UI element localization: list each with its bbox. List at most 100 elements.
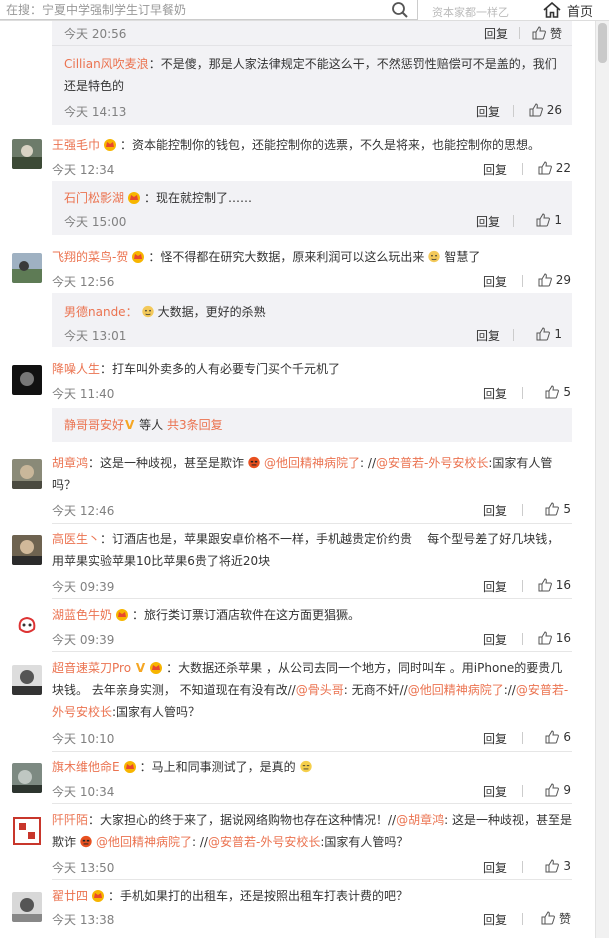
- top-bar: 资本家都一样乙 首页: [0, 0, 609, 21]
- like-button[interactable]: 5: [531, 501, 571, 517]
- thumb-up-icon: [538, 578, 552, 592]
- reply-button[interactable]: 回复: [484, 25, 508, 42]
- comment-body: ：手机如果打的出租车，还是按照出租车打表计费的吧？: [108, 889, 409, 903]
- comment-body-tail: :国家有人管吗？: [320, 835, 409, 849]
- like-button[interactable]: 9: [531, 782, 571, 798]
- thumb-up-icon: [545, 783, 560, 797]
- like-button[interactable]: 16: [531, 630, 571, 646]
- reply-button[interactable]: 回复: [483, 578, 507, 595]
- like-button[interactable]: 赞: [531, 910, 571, 926]
- comment-time: 今天 13:01: [64, 329, 127, 343]
- mention-link[interactable]: @他回精神病院了: [408, 683, 504, 697]
- mention-link[interactable]: @骨头哥: [296, 683, 344, 697]
- reply-button[interactable]: 回复: [483, 502, 507, 519]
- like-button[interactable]: 6: [531, 729, 571, 745]
- user-avatar[interactable]: [12, 459, 42, 489]
- verified-badge-icon: V: [135, 661, 146, 675]
- comment-divider: [52, 803, 572, 804]
- member-crown-icon: [132, 251, 145, 263]
- user-avatar[interactable]: [12, 892, 42, 922]
- user-name[interactable]: 湖蓝色牛奶: [52, 608, 112, 622]
- member-crown-icon: [116, 609, 129, 621]
- user-name[interactable]: 超音速菜刀Pro: [52, 661, 131, 675]
- comment-body: ：大数据还杀苹果 ，从公司去同一个地方，同时叫车 。用iPhone的要贵几: [166, 661, 563, 675]
- mention-link[interactable]: @安普若-: [516, 683, 568, 697]
- more-replies-block[interactable]: 静哥哥安好V 等人 共3条回复: [52, 408, 572, 442]
- member-crown-icon: [92, 890, 105, 902]
- user-name[interactable]: 静哥哥安好: [64, 418, 124, 432]
- like-button[interactable]: 1: [522, 326, 562, 342]
- reply-button[interactable]: 回复: [483, 385, 507, 402]
- like-button[interactable]: 赞: [522, 25, 562, 41]
- mention-link[interactable]: @他回精神病院了: [96, 835, 192, 849]
- reply-button[interactable]: 回复: [483, 783, 507, 800]
- comment-time: 今天 12:34: [52, 163, 115, 177]
- scrollbar-thumb[interactable]: [598, 23, 607, 63]
- like-button[interactable]: 1: [522, 212, 562, 228]
- comment-time: 今天 14:13: [64, 105, 127, 119]
- sub-reply-block: 今天 20:56 回复 赞 Cillian风吹麦浪：不是傻，那是人家法律规定不能…: [52, 21, 572, 125]
- user-name[interactable]: 降噪人生: [52, 362, 100, 376]
- user-name[interactable]: 男德nande: [64, 305, 126, 319]
- comment-time: 今天 12:46: [52, 504, 115, 518]
- search-input[interactable]: [0, 0, 392, 18]
- comment-text-line2: 用苹果实验苹果10比苹果6贵了将近20块: [52, 554, 271, 568]
- reply-button[interactable]: 回复: [476, 103, 500, 120]
- like-button[interactable]: 29: [531, 272, 571, 288]
- search-icon[interactable]: [391, 1, 409, 19]
- like-button[interactable]: 16: [531, 577, 571, 593]
- search-box[interactable]: [0, 0, 418, 20]
- reply-button[interactable]: 回复: [483, 859, 507, 876]
- user-name[interactable]: 高医生丶: [52, 532, 100, 546]
- reply-button[interactable]: 回复: [483, 911, 507, 928]
- user-name[interactable]: Cillian风吹麦浪: [64, 57, 149, 71]
- scrollbar[interactable]: [595, 21, 609, 938]
- mention-link[interactable]: @安普若-外号安校长: [208, 835, 320, 849]
- user-avatar[interactable]: [12, 365, 42, 395]
- mention-link[interactable]: @胡章鸿: [396, 813, 444, 827]
- user-avatar[interactable]: [12, 763, 42, 793]
- reply-button[interactable]: 回复: [483, 631, 507, 648]
- angry-emoji-icon: [248, 456, 260, 469]
- comment-divider: [52, 598, 572, 599]
- like-divider: [522, 785, 523, 797]
- comment-time: 今天 15:00: [64, 215, 127, 229]
- thumb-up-icon: [538, 273, 552, 287]
- user-name[interactable]: 阡阡陌: [52, 813, 88, 827]
- user-avatar[interactable]: [12, 253, 42, 283]
- comment-body: ：大家担心的终于来了，据说网络购物也存在这种情况！//: [88, 813, 397, 827]
- comment-time: 今天 09:39: [52, 580, 115, 594]
- like-button[interactable]: 3: [531, 858, 571, 874]
- mention-link[interactable]: @他回精神病院了: [264, 456, 360, 470]
- user-avatar[interactable]: [12, 611, 42, 641]
- user-name[interactable]: 王强毛巾: [52, 138, 100, 152]
- like-button[interactable]: 26: [522, 102, 562, 118]
- reply-button[interactable]: 回复: [483, 730, 507, 747]
- user-name[interactable]: 旗木维他命E: [52, 760, 120, 774]
- mention-link-continued[interactable]: 外号安校长: [52, 705, 112, 719]
- like-count: 16: [555, 578, 571, 592]
- comment-text: 胡章鸿：这是一种歧视，甚至是欺诈 @他回精神病院了: //@安普若-外号安校长:国…: [52, 452, 575, 474]
- comment-text-line3: 外号安校长:国家有人管吗？: [52, 701, 575, 723]
- like-count: 1: [554, 213, 562, 227]
- top-faint-text: 资本家都一样乙: [432, 6, 509, 19]
- reply-button[interactable]: 回复: [483, 273, 507, 290]
- user-name[interactable]: 飞翔的菜鸟-贺: [52, 250, 128, 264]
- user-avatar[interactable]: [12, 535, 42, 565]
- reply-button[interactable]: 回复: [476, 327, 500, 344]
- reply-button[interactable]: 回复: [476, 213, 500, 230]
- user-name[interactable]: 石门松影湖: [64, 191, 124, 205]
- user-name[interactable]: 胡章鸿: [52, 456, 88, 470]
- like-button[interactable]: 5: [531, 384, 571, 400]
- home-link[interactable]: 首页: [543, 0, 593, 20]
- comment-text: Cillian风吹麦浪：不是傻，那是人家法律规定不能这么干，不然惩罚性赔偿可不是…: [64, 53, 562, 75]
- user-avatar[interactable]: [12, 139, 42, 169]
- like-button[interactable]: 22: [531, 160, 571, 176]
- reply-button[interactable]: 回复: [483, 161, 507, 178]
- user-avatar[interactable]: [12, 816, 42, 846]
- mention-link[interactable]: @安普若-外号安校长: [376, 456, 488, 470]
- reply-count-link[interactable]: 共3条回复: [167, 418, 223, 432]
- user-avatar[interactable]: [12, 665, 42, 695]
- home-label: 首页: [567, 4, 594, 20]
- user-name[interactable]: 翟廿四: [52, 889, 88, 903]
